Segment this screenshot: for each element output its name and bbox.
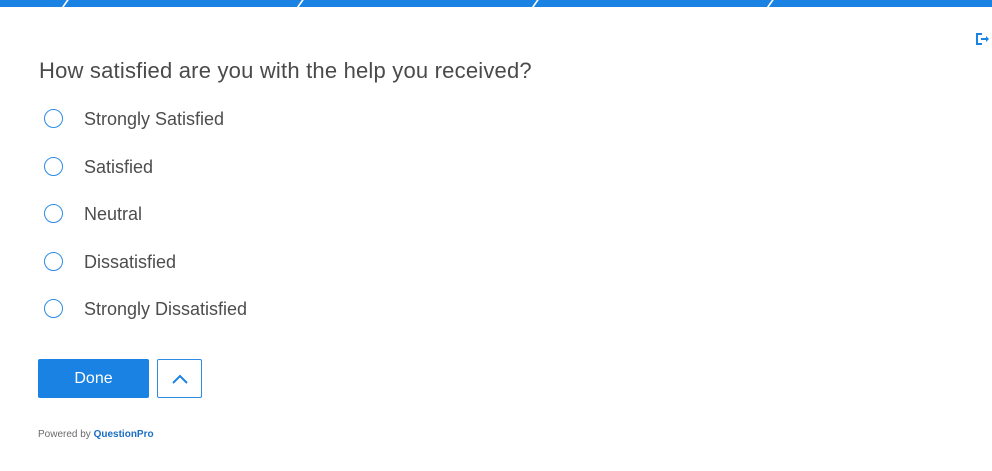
powered-by-text: Powered by bbox=[38, 429, 91, 440]
progress-bar bbox=[0, 0, 992, 7]
chevron-up-icon bbox=[171, 374, 188, 384]
option-label: Dissatisfied bbox=[84, 251, 177, 272]
exit-icon-glyph bbox=[976, 33, 989, 45]
exit-icon[interactable] bbox=[974, 31, 990, 47]
option-satisfied[interactable]: Satisfied bbox=[44, 154, 247, 202]
powered-by-footer: Powered by QuestionPro bbox=[38, 429, 154, 440]
option-label: Satisfied bbox=[84, 156, 154, 177]
progress-segment-divider bbox=[529, 0, 541, 7]
progress-segment-divider bbox=[294, 0, 306, 7]
option-dissatisfied[interactable]: Dissatisfied bbox=[44, 249, 247, 297]
option-strongly-satisfied[interactable]: Strongly Satisfied bbox=[44, 106, 247, 154]
done-button[interactable]: Done bbox=[38, 359, 149, 398]
question-title: How satisfied are you with the help you … bbox=[39, 58, 532, 83]
radio-button[interactable] bbox=[44, 109, 63, 128]
radio-button[interactable] bbox=[44, 251, 63, 271]
answer-options: Strongly Satisfied Satisfied Neutral Dis… bbox=[44, 106, 247, 344]
previous-question-button[interactable] bbox=[157, 359, 202, 398]
option-strongly-dissatisfied[interactable]: Strongly Dissatisfied bbox=[44, 296, 247, 344]
option-label: Neutral bbox=[84, 204, 143, 224]
option-label: Strongly Dissatisfied bbox=[84, 299, 248, 319]
option-label: Strongly Satisfied bbox=[84, 109, 225, 129]
progress-segment-divider bbox=[59, 0, 71, 7]
progress-segment-divider bbox=[764, 0, 776, 7]
radio-button[interactable] bbox=[44, 299, 63, 318]
radio-button[interactable] bbox=[44, 156, 63, 176]
option-neutral[interactable]: Neutral bbox=[44, 201, 247, 249]
radio-button[interactable] bbox=[44, 204, 63, 223]
brand-link[interactable]: QuestionPro bbox=[94, 429, 154, 440]
